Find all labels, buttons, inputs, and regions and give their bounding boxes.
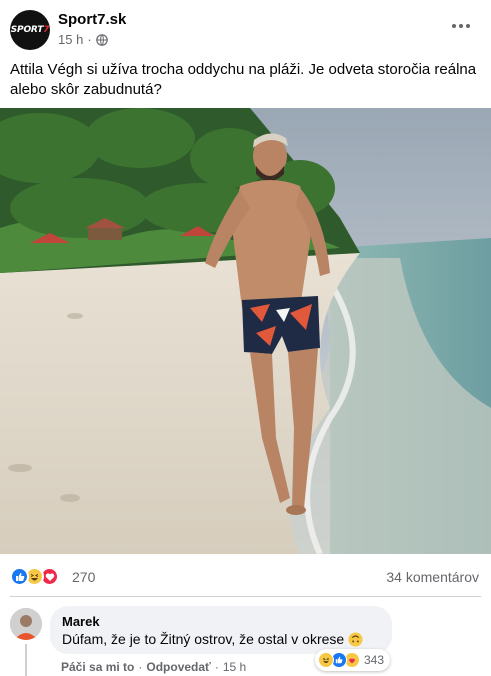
dot-icon: [459, 24, 463, 28]
comment-reply-button[interactable]: Odpovedať: [146, 660, 210, 674]
post-time-link[interactable]: 15 h: [58, 32, 83, 47]
page-name-link[interactable]: Sport7.sk: [58, 11, 126, 28]
avatar[interactable]: [10, 608, 42, 640]
comment-bubble: Marek Dúfam, že je to Žitný ostrov, že o…: [50, 606, 392, 654]
globe-icon: [95, 33, 108, 46]
dot-icon: [452, 24, 456, 28]
reaction-icons[interactable]: [10, 567, 68, 587]
more-options-button[interactable]: [449, 16, 473, 36]
action-separator: ·: [138, 660, 143, 674]
comment-reaction-count: 343: [364, 653, 385, 667]
post-meta: 15 h ·: [58, 32, 108, 47]
post-text: Attila Végh si užíva trocha oddychu na p…: [10, 61, 477, 98]
divider: [10, 596, 481, 597]
meta-separator: ·: [87, 32, 92, 47]
reaction-count[interactable]: 270: [72, 569, 95, 585]
thread-line: [25, 644, 27, 676]
post-header: SPORT7 Sport7.sk 15 h ·: [0, 0, 491, 56]
comment-actions: Páči sa mi to · Odpovedať · 15 h: [61, 660, 246, 674]
haha-icon: [318, 652, 334, 668]
post-photo[interactable]: [0, 108, 491, 554]
page-logo: SPORT7: [10, 25, 50, 35]
page-avatar[interactable]: SPORT7: [10, 10, 50, 50]
beach-photo-illustration: [0, 108, 491, 554]
action-separator: ·: [214, 660, 219, 674]
comment-reactions[interactable]: 343: [315, 649, 391, 671]
comment-body: Dúfam, že je to Žitný ostrov, že ostal v…: [62, 631, 345, 647]
comments-count-link[interactable]: 34 komentárov: [386, 569, 479, 585]
comment-text: Dúfam, že je to Žitný ostrov, že ostal v…: [62, 630, 380, 648]
upside-down-face-icon: [348, 632, 363, 647]
comment-time-link[interactable]: 15 h: [223, 660, 246, 674]
comment-author-link[interactable]: Marek: [62, 614, 380, 630]
like-icon: [10, 567, 29, 586]
dot-icon: [466, 24, 470, 28]
comment-like-button[interactable]: Páči sa mi to: [61, 660, 134, 674]
reactions-bar: 270 34 komentárov: [0, 560, 491, 592]
comment: Marek Dúfam, že je to Žitný ostrov, že o…: [0, 604, 491, 676]
